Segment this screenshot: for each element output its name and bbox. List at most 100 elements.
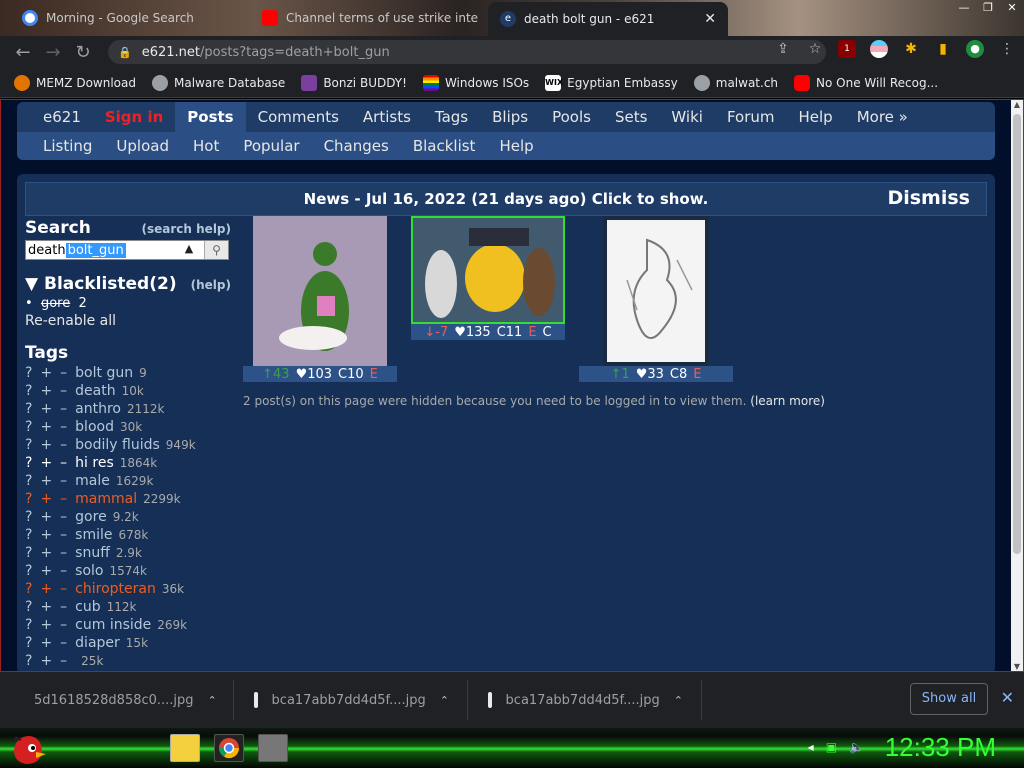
tag-exclude-link[interactable]: –	[60, 581, 67, 597]
notification-icon[interactable]: ◂	[808, 740, 814, 754]
scroll-up-icon[interactable]: ▲	[1011, 100, 1023, 109]
extensions-icon[interactable]: ✱	[902, 40, 920, 58]
reload-icon[interactable]: ↻	[68, 42, 98, 63]
tag-name-link[interactable]: gore	[75, 509, 107, 525]
taskbar-clock[interactable]: 12:33 PM	[885, 732, 996, 763]
nav-sets[interactable]: Sets	[603, 102, 659, 132]
tag-add-link[interactable]: +	[40, 617, 52, 633]
chevron-up-icon[interactable]: ⌃	[440, 694, 449, 707]
close-window-icon[interactable]: ✕	[1000, 0, 1024, 18]
tag-add-link[interactable]: +	[40, 581, 52, 597]
tab-google-search[interactable]: Morning - Google Search	[10, 4, 250, 32]
share-icon[interactable]: ⇪	[774, 40, 792, 58]
tag-wiki-link[interactable]: ?	[25, 653, 32, 669]
tag-add-link[interactable]: +	[40, 365, 52, 381]
tag-add-link[interactable]: +	[40, 563, 52, 579]
nav-wiki[interactable]: Wiki	[659, 102, 715, 132]
tag-wiki-link[interactable]: ?	[25, 455, 32, 471]
tag-add-link[interactable]: +	[40, 491, 52, 507]
tag-name-link[interactable]: smile	[75, 527, 112, 543]
tag-add-link[interactable]: +	[40, 473, 52, 489]
site-logo-link[interactable]: e621	[17, 102, 93, 132]
tab-e621[interactable]: e death bolt gun - e621 ✕	[488, 2, 728, 36]
forward-icon[interactable]: →	[38, 42, 68, 63]
reenable-all-link[interactable]: Re-enable all	[25, 313, 231, 329]
tag-add-link[interactable]: +	[40, 455, 52, 471]
tag-exclude-link[interactable]: –	[60, 473, 67, 489]
tag-add-link[interactable]: +	[40, 599, 52, 615]
tag-wiki-link[interactable]: ?	[25, 437, 32, 453]
chrome-taskbar-icon[interactable]	[214, 734, 244, 762]
news-banner[interactable]: News - Jul 16, 2022 (21 days ago) Click …	[25, 182, 987, 216]
tag-wiki-link[interactable]: ?	[25, 509, 32, 525]
profile-avatar-icon[interactable]: ●	[966, 40, 984, 58]
volume-icon[interactable]: 🔈	[849, 740, 864, 754]
tag-exclude-link[interactable]: –	[60, 509, 67, 525]
tag-name-link[interactable]: death	[75, 383, 115, 399]
tag-wiki-link[interactable]: ?	[25, 617, 32, 633]
bookmark-memz[interactable]: MEMZ Download	[14, 74, 136, 91]
bookmark-bonzi[interactable]: Bonzi BUDDY!	[301, 74, 407, 91]
close-downloads-icon[interactable]: ✕	[1001, 688, 1014, 707]
tag-name-link[interactable]: snuff	[75, 545, 110, 561]
nav-tags[interactable]: Tags	[423, 102, 480, 132]
tag-exclude-link[interactable]: –	[60, 563, 67, 579]
tag-add-link[interactable]: +	[40, 383, 52, 399]
tag-name-link[interactable]: mammal	[75, 491, 137, 507]
tag-wiki-link[interactable]: ?	[25, 527, 32, 543]
image-viewer-taskbar-icon[interactable]	[258, 734, 288, 762]
tag-add-link[interactable]: +	[40, 545, 52, 561]
start-button-angry-bird-icon[interactable]	[8, 728, 48, 768]
tag-exclude-link[interactable]: –	[60, 653, 67, 669]
tag-exclude-link[interactable]: –	[60, 491, 67, 507]
learn-more-link[interactable]: (learn more)	[750, 394, 825, 408]
page-scrollbar[interactable]: ▲ ▼	[1011, 100, 1023, 671]
search-input[interactable]: death bolt_gun ▲ ⚲	[25, 240, 229, 260]
download-item[interactable]: bca17abb7dd4d5f....jpg ⌃	[468, 680, 702, 720]
tag-exclude-link[interactable]: –	[60, 635, 67, 651]
tag-exclude-link[interactable]: –	[60, 383, 67, 399]
tag-wiki-link[interactable]: ?	[25, 401, 32, 417]
nav-pools[interactable]: Pools	[540, 102, 603, 132]
nav-forum[interactable]: Forum	[715, 102, 787, 132]
tag-wiki-link[interactable]: ?	[25, 581, 32, 597]
tag-name-link[interactable]: hi res	[75, 455, 114, 471]
tag-add-link[interactable]: +	[40, 527, 52, 543]
nav-more[interactable]: More »	[845, 102, 920, 132]
bookmark-egyptian-embassy[interactable]: WIX Egyptian Embassy	[545, 74, 678, 91]
blacklist-help-link[interactable]: (help)	[191, 278, 231, 292]
bookmark-malware-db[interactable]: Malware Database	[151, 74, 285, 91]
search-help-link[interactable]: (search help)	[142, 222, 231, 236]
tag-exclude-link[interactable]: –	[60, 419, 67, 435]
search-icon[interactable]: ⚲	[204, 241, 228, 259]
tag-name-link[interactable]: chiropteran	[75, 581, 156, 597]
tag-add-link[interactable]: +	[40, 419, 52, 435]
download-item[interactable]: 5d1618528d858c0....jpg ⌃	[0, 680, 234, 720]
minimize-icon[interactable]: —	[952, 0, 976, 18]
tag-exclude-link[interactable]: –	[60, 437, 67, 453]
file-explorer-taskbar-icon[interactable]	[170, 734, 200, 762]
tag-name-link[interactable]: bodily fluids	[75, 437, 160, 453]
tag-add-link[interactable]: +	[40, 509, 52, 525]
nav-artists[interactable]: Artists	[351, 102, 423, 132]
tag-name-link[interactable]: bolt gun	[75, 365, 133, 381]
subnav-changes[interactable]: Changes	[312, 137, 401, 155]
ublock-icon[interactable]: 1	[838, 40, 856, 58]
tag-wiki-link[interactable]: ?	[25, 365, 32, 381]
tag-name-link[interactable]: anthro	[75, 401, 121, 417]
tag-add-link[interactable]: +	[40, 401, 52, 417]
tag-exclude-link[interactable]: –	[60, 617, 67, 633]
tag-exclude-link[interactable]: –	[60, 545, 67, 561]
tag-wiki-link[interactable]: ?	[25, 419, 32, 435]
trans-flag-extension-icon[interactable]	[870, 40, 888, 58]
show-all-button[interactable]: Show all	[910, 683, 988, 715]
sign-in-link[interactable]: Sign in	[93, 102, 175, 132]
tag-name-link[interactable]: diaper	[75, 635, 120, 651]
tag-wiki-link[interactable]: ?	[25, 563, 32, 579]
tag-exclude-link[interactable]: –	[60, 401, 67, 417]
tag-add-link[interactable]: +	[40, 635, 52, 651]
tag-name-link[interactable]: cub	[75, 599, 100, 615]
subnav-help[interactable]: Help	[487, 137, 545, 155]
chevron-up-icon[interactable]: ⌃	[674, 694, 683, 707]
close-tab-icon[interactable]: ✕	[704, 11, 716, 27]
